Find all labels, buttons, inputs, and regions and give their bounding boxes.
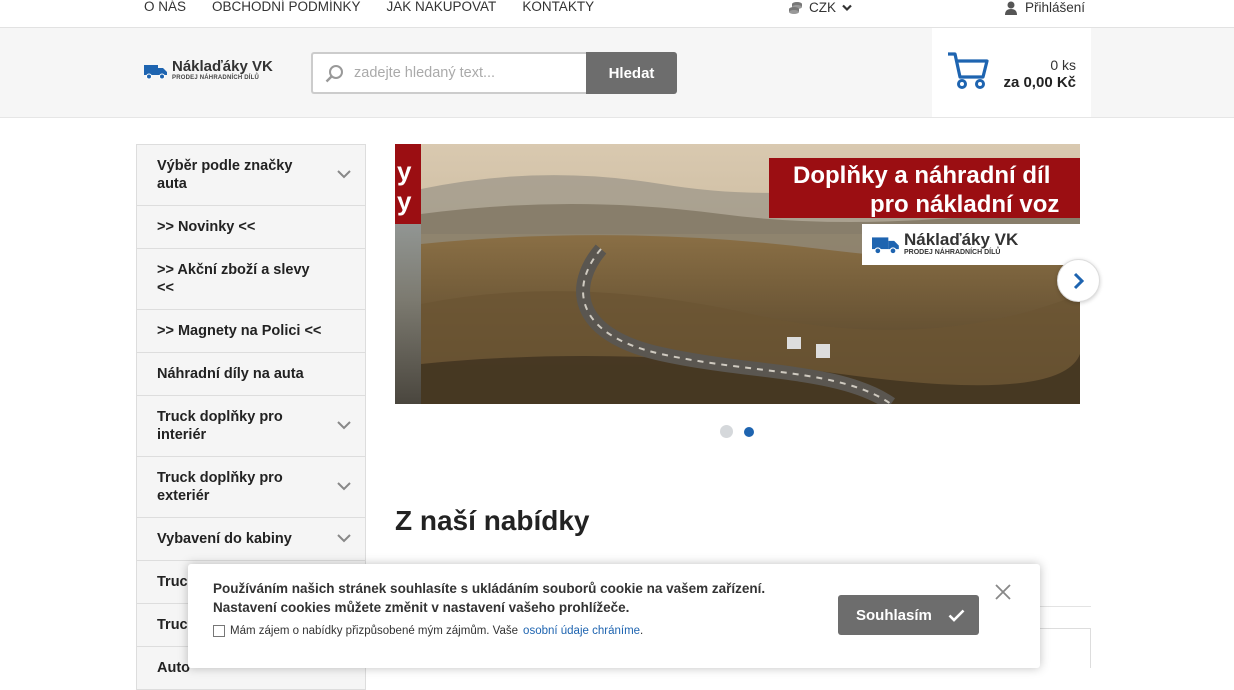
sidebar-item-label: >> Akční zboží a slevy << — [157, 262, 310, 296]
header: Náklaďáky VK PRODEJ NÁHRADNÍCH DÍLŮ zade… — [0, 28, 1234, 118]
cart[interactable]: 0 ks za 0,00 Kč — [932, 28, 1091, 117]
sidebar-item-label: Truck doplňky pro interiér — [157, 409, 283, 443]
sidebar-item-label: Truck doplňky pro exteriér — [157, 470, 283, 504]
truck-logo-icon — [144, 64, 167, 79]
chevron-down-icon — [337, 534, 351, 543]
sidebar-item-brand[interactable]: Výběr podle značky auta — [137, 145, 365, 206]
cookie-message-line1: Používáním našich stránek souhlasíte s u… — [213, 581, 766, 596]
topnav-link-about[interactable]: O NÁS — [144, 0, 186, 14]
sidebar-item-parts[interactable]: Náhradní díly na auta — [137, 353, 365, 396]
section-title: Z naší nabídky — [395, 505, 590, 536]
search-button[interactable]: Hledat — [586, 52, 677, 94]
chevron-down-icon — [337, 482, 351, 491]
search-form: zadejte hledaný text... Hledat — [311, 52, 677, 94]
banner-logo-subtitle: PRODEJ NÁHRADNÍCH DÍLŮ — [904, 249, 1001, 256]
currency-label: CZK — [809, 0, 836, 15]
consent-text: Mám zájem o nabídky přizpůsobené mým záj… — [230, 625, 519, 637]
cookie-accept-label: Souhlasím — [856, 606, 932, 624]
sidebar-item-label: >> Novinky << — [157, 219, 256, 235]
sidebar-item-interior[interactable]: Truck doplňky pro interiér — [137, 396, 365, 457]
consent-checkbox[interactable] — [213, 625, 225, 637]
carousel-dot-2[interactable] — [744, 426, 754, 437]
banner-logo-title: Náklaďáky VK — [904, 230, 1019, 249]
banner-headline-line2: pro nákladní voz — [870, 191, 1060, 218]
sidebar-item-news[interactable]: >> Novinky << — [137, 206, 365, 249]
chevron-down-icon — [842, 4, 852, 12]
top-bar: O NÁS OBCHODNÍ PODMÍNKY JAK NAKUPOVAT KO… — [0, 0, 1234, 28]
topnav-link-how-to-buy[interactable]: JAK NAKUPOVAT — [387, 0, 497, 14]
cart-quantity: 0 ks — [1050, 57, 1076, 73]
user-icon — [1005, 1, 1017, 15]
sidebar-item-cabin[interactable]: Vybavení do kabiny — [137, 518, 365, 561]
sidebar-item-label: >> Magnety na Polici << — [157, 323, 322, 339]
previous-slide-text: y — [397, 156, 412, 186]
chevron-down-icon — [337, 170, 351, 179]
topnav-link-terms[interactable]: OBCHODNÍ PODMÍNKY — [212, 0, 361, 14]
cookie-banner: Používáním našich stránek souhlasíte s u… — [188, 564, 1040, 668]
search-icon — [325, 64, 343, 82]
personalization-consent: Mám zájem o nabídky přizpůsobené mým záj… — [213, 625, 643, 637]
sidebar-item-label: Výběr podle značky auta — [157, 158, 293, 192]
sidebar-item-label: Náhradní díly na auta — [157, 366, 304, 382]
close-icon — [995, 584, 1011, 600]
login-label: Přihlášení — [1025, 0, 1086, 15]
logo-subtitle: PRODEJ NÁHRADNÍCH DÍLŮ — [172, 75, 260, 81]
carousel-pagination — [720, 425, 754, 438]
cookie-message: Používáním našich stránek souhlasíte s u… — [213, 579, 765, 617]
carousel-dot-1[interactable] — [720, 425, 733, 438]
logo-title: Náklaďáky VK — [172, 58, 273, 75]
currency-selector[interactable]: CZK — [788, 0, 852, 16]
login-link[interactable]: Přihlášení — [1005, 0, 1085, 15]
carousel-next-button[interactable] — [1057, 259, 1100, 302]
site-logo[interactable]: Náklaďáky VK PRODEJ NÁHRADNÍCH DÍLŮ — [144, 58, 273, 82]
cart-icon — [948, 52, 989, 89]
checkmark-icon — [948, 609, 965, 622]
hero-carousel[interactable]: y y Doplňky a náhradní díl pro nákladní … — [395, 144, 1080, 404]
cart-total: za 0,00 Kč — [1003, 74, 1076, 91]
chevron-down-icon — [337, 421, 351, 430]
chevron-right-icon — [1073, 272, 1084, 289]
search-placeholder: zadejte hledaný text... — [354, 65, 496, 81]
coins-icon — [789, 2, 802, 14]
previous-slide-red-strip: y y — [395, 144, 421, 224]
banner-headline-line1: Doplňky a náhradní díl — [793, 162, 1051, 189]
privacy-link[interactable]: osobní údaje chráníme — [523, 625, 640, 637]
cookie-accept-button[interactable]: Souhlasím — [838, 595, 979, 635]
sidebar-item-label: Auto — [157, 660, 191, 676]
search-input[interactable]: zadejte hledaný text... — [311, 52, 586, 94]
sidebar-item-sale[interactable]: >> Akční zboží a slevy << — [137, 249, 365, 310]
banner-headline: Doplňky a náhradní díl pro nákladní voz — [769, 158, 1080, 218]
cookie-close-button[interactable] — [995, 584, 1011, 605]
topnav-link-contacts[interactable]: KONTAKTY — [522, 0, 594, 14]
cookie-message-line2: Nastavení cookies můžete změnit v nastav… — [213, 600, 630, 615]
sidebar-item-label: Vybavení do kabiny — [157, 531, 292, 547]
previous-slide-peek: y y — [395, 144, 421, 404]
top-nav: O NÁS OBCHODNÍ PODMÍNKY JAK NAKUPOVAT KO… — [144, 0, 620, 14]
banner-logo: Náklaďáky VK PRODEJ NÁHRADNÍCH DÍLŮ — [862, 224, 1080, 265]
sidebar-item-exterior[interactable]: Truck doplňky pro exteriér — [137, 457, 365, 518]
truck-logo-icon — [872, 236, 899, 254]
sidebar-item-magnets[interactable]: >> Magnety na Polici << — [137, 310, 365, 353]
previous-slide-text: y — [397, 186, 412, 216]
consent-text-end: . — [640, 625, 644, 637]
